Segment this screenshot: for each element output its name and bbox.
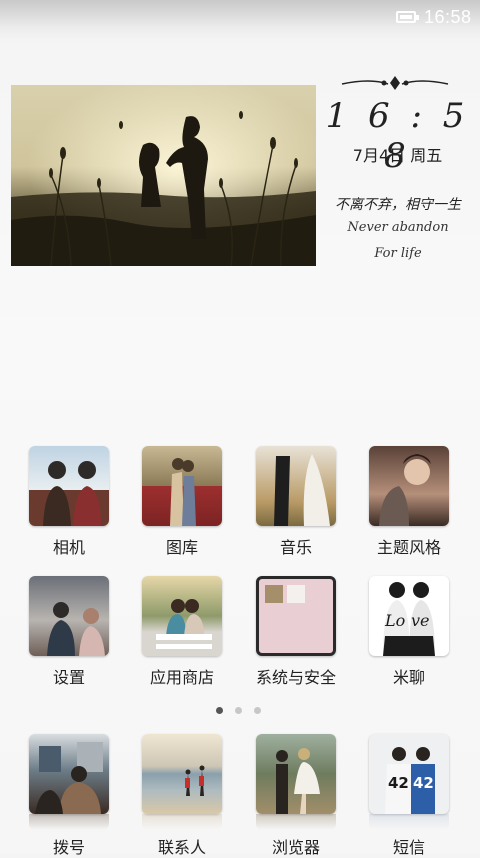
dock-contacts[interactable]: 联系人 — [127, 734, 237, 858]
couple-photo — [170, 458, 196, 526]
status-bar: 16:58 — [0, 0, 480, 40]
clock-date: 7月4日 周五 — [352, 146, 443, 165]
motto-chinese: 不离不弃，相守一生 — [335, 197, 461, 213]
folder-icon[interactable] — [256, 576, 336, 656]
app-store[interactable]: 应用商店 — [127, 576, 237, 688]
messages-icon[interactable]: 42 42 — [369, 734, 449, 814]
couple-photo — [274, 454, 330, 526]
page-dot[interactable] — [254, 707, 261, 714]
status-time: 16:58 — [424, 7, 472, 27]
ornament-divider-icon — [341, 76, 449, 90]
mini-app-thumbnail — [287, 585, 305, 603]
jersey-number-left: 42 — [388, 774, 409, 792]
themes-icon[interactable] — [369, 446, 449, 526]
couple-photo — [47, 602, 105, 656]
gallery-icon[interactable] — [142, 446, 222, 526]
motto-english-line2: For life — [374, 246, 422, 261]
app-label: 图库 — [165, 538, 198, 557]
app-music[interactable]: 音乐 — [241, 446, 351, 558]
love-text-right: ve — [411, 611, 430, 630]
camera-icon[interactable] — [29, 446, 109, 526]
music-icon[interactable] — [256, 446, 336, 526]
couple-photo: 42 42 — [385, 747, 435, 814]
dock-dialer[interactable]: 拨号 — [14, 734, 124, 858]
app-label: 米聊 — [392, 668, 425, 687]
app-label: 拨号 — [52, 838, 85, 857]
app-gallery[interactable]: 图库 — [127, 446, 237, 558]
page-dot[interactable] — [235, 707, 242, 714]
couple-silhouette-photo — [11, 85, 316, 266]
battery-icon — [396, 11, 419, 23]
app-label: 相机 — [52, 538, 85, 557]
app-label: 应用商店 — [149, 668, 214, 687]
couple-photo — [185, 765, 205, 796]
dock-messages[interactable]: 42 42 短信 — [354, 734, 464, 858]
settings-icon[interactable] — [29, 576, 109, 656]
photo-widget[interactable] — [11, 85, 316, 266]
motto-english-line1: Never abandon — [347, 220, 449, 235]
browser-icon[interactable] — [256, 734, 336, 814]
app-themes[interactable]: 主题风格 — [354, 446, 464, 558]
love-text-left: Lo — [384, 611, 405, 630]
page-indicator — [216, 699, 273, 718]
app-store-icon[interactable] — [142, 576, 222, 656]
couple-photo: Lo ve — [383, 582, 435, 656]
couple-photo — [35, 742, 103, 814]
contacts-icon[interactable] — [142, 734, 222, 814]
mini-app-thumbnail — [265, 585, 283, 603]
dialer-icon[interactable] — [29, 734, 109, 814]
michat-icon[interactable]: Lo ve — [369, 576, 449, 656]
app-settings[interactable]: 设置 — [14, 576, 124, 688]
app-security[interactable]: 系统与安全 — [241, 576, 351, 688]
dock-browser[interactable]: 浏览器 — [241, 734, 351, 858]
app-label: 系统与安全 — [255, 668, 336, 687]
couple-photo — [156, 599, 212, 649]
app-michat[interactable]: Lo ve 米聊 — [354, 576, 464, 688]
page-dot[interactable] — [216, 707, 223, 714]
app-camera[interactable]: 相机 — [14, 446, 124, 558]
couple-photo — [43, 461, 101, 526]
app-label: 浏览器 — [271, 838, 320, 857]
couple-photo — [276, 748, 320, 814]
app-label: 音乐 — [279, 538, 312, 557]
app-label: 短信 — [392, 838, 425, 857]
jersey-number-right: 42 — [413, 774, 434, 792]
app-label: 联系人 — [157, 838, 206, 857]
app-label: 设置 — [52, 668, 85, 687]
couple-photo — [379, 454, 431, 526]
app-label: 主题风格 — [376, 538, 441, 557]
